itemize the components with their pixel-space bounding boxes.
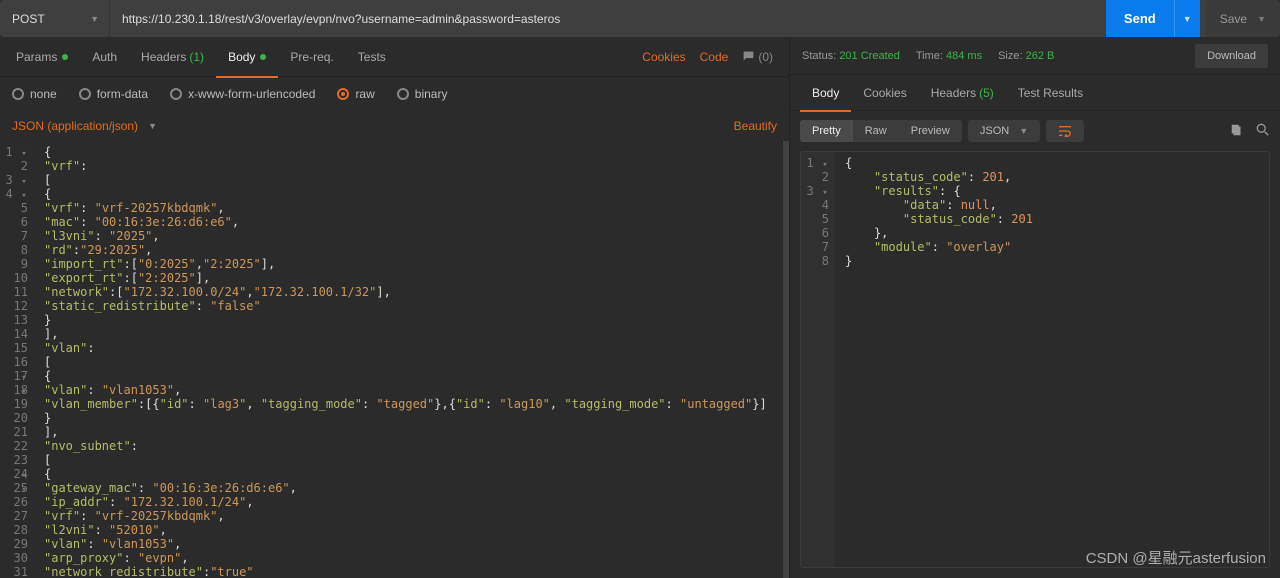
url-text: https://10.230.1.18/rest/v3/overlay/evpn… xyxy=(122,12,560,26)
body-type-xwww[interactable]: x-www-form-urlencoded xyxy=(170,87,315,101)
view-preview[interactable]: Preview xyxy=(899,120,962,142)
status-label: Status: xyxy=(802,50,836,62)
rtab-tests[interactable]: Test Results xyxy=(1006,75,1095,111)
url-input[interactable]: https://10.230.1.18/rest/v3/overlay/evpn… xyxy=(110,0,1106,37)
line-gutter: 1 ▾23 ▾45678 xyxy=(801,152,835,567)
dot-indicator xyxy=(62,54,68,60)
caret-down-icon: ▼ xyxy=(90,14,99,24)
response-body-editor[interactable]: 1 ▾23 ▾45678 { "status_code": 201, "resu… xyxy=(800,151,1270,568)
tab-headers[interactable]: Headers(1) xyxy=(129,37,216,77)
request-tabs: Params Auth Headers(1) Body Pre-req. Tes… xyxy=(0,37,789,77)
search-icon[interactable] xyxy=(1256,123,1270,140)
save-button[interactable]: Save ▼ xyxy=(1206,0,1280,37)
radio-icon xyxy=(12,88,24,100)
wrap-icon xyxy=(1058,125,1072,137)
radio-icon xyxy=(397,88,409,100)
http-method-label: POST xyxy=(12,12,45,26)
caret-down-icon: ▼ xyxy=(1019,126,1028,136)
save-label: Save xyxy=(1220,12,1247,26)
tab-params[interactable]: Params xyxy=(4,37,80,77)
tab-prereq[interactable]: Pre-req. xyxy=(278,37,345,77)
tab-auth[interactable]: Auth xyxy=(80,37,129,77)
request-body-editor[interactable]: 1 ▾23 ▾4 ▾5678910111213141516 ▾17 ▾18192… xyxy=(0,141,789,578)
scrollbar[interactable] xyxy=(783,141,789,578)
view-raw[interactable]: Raw xyxy=(853,120,899,142)
send-label: Send xyxy=(1124,11,1156,26)
body-type-raw[interactable]: raw xyxy=(337,87,374,101)
rtab-body[interactable]: Body xyxy=(800,75,851,111)
radio-icon xyxy=(337,88,349,100)
http-method-select[interactable]: POST ▼ xyxy=(0,0,110,37)
response-tabs: Body Cookies Headers (5) Test Results xyxy=(790,75,1280,111)
cookies-link[interactable]: Cookies xyxy=(642,50,685,64)
status-value: 201 Created xyxy=(839,50,900,62)
line-gutter: 1 ▾23 ▾4 ▾5678910111213141516 ▾17 ▾18192… xyxy=(0,141,34,578)
wrap-toggle[interactable] xyxy=(1046,120,1084,142)
send-dropdown[interactable]: ▼ xyxy=(1174,0,1200,37)
tab-tests[interactable]: Tests xyxy=(346,37,398,77)
radio-icon xyxy=(170,88,182,100)
view-mode-group: Pretty Raw Preview xyxy=(800,120,962,142)
comment-icon xyxy=(742,50,755,63)
response-toolbar: Pretty Raw Preview JSON ▼ xyxy=(790,111,1280,151)
body-type-row: none form-data x-www-form-urlencoded raw… xyxy=(0,77,789,111)
content-type-select[interactable]: JSON (application/json) ▼ xyxy=(12,119,157,133)
time-value: 484 ms xyxy=(946,50,982,62)
rtab-cookies[interactable]: Cookies xyxy=(851,75,918,111)
time-label: Time: xyxy=(916,50,943,62)
size-value: 262 B xyxy=(1026,50,1055,62)
response-format-select[interactable]: JSON ▼ xyxy=(968,120,1040,142)
view-pretty[interactable]: Pretty xyxy=(800,120,853,142)
caret-down-icon: ▼ xyxy=(148,121,157,131)
size-label: Size: xyxy=(998,50,1022,62)
body-type-binary[interactable]: binary xyxy=(397,87,448,101)
request-code: {"vrf":[{"vrf": "vrf-20257kbdqmk","mac":… xyxy=(0,141,789,578)
beautify-button[interactable]: Beautify xyxy=(734,119,777,133)
content-type-label: JSON (application/json) xyxy=(12,119,138,133)
radio-icon xyxy=(79,88,91,100)
rtab-headers[interactable]: Headers (5) xyxy=(919,75,1006,111)
copy-icon[interactable] xyxy=(1230,123,1244,140)
tab-body[interactable]: Body xyxy=(216,37,278,77)
caret-down-icon: ▼ xyxy=(1257,14,1266,24)
body-type-form-data[interactable]: form-data xyxy=(79,87,148,101)
send-button[interactable]: Send xyxy=(1106,0,1174,37)
comments-button[interactable]: (0) xyxy=(742,50,773,64)
code-link[interactable]: Code xyxy=(700,50,729,64)
body-type-none[interactable]: none xyxy=(12,87,57,101)
response-status-row: Status: 201 Created Time: 484 ms Size: 2… xyxy=(790,37,1280,75)
dot-indicator xyxy=(260,54,266,60)
download-button[interactable]: Download xyxy=(1195,44,1268,68)
response-code: { "status_code": 201, "results": { "data… xyxy=(801,152,1269,268)
